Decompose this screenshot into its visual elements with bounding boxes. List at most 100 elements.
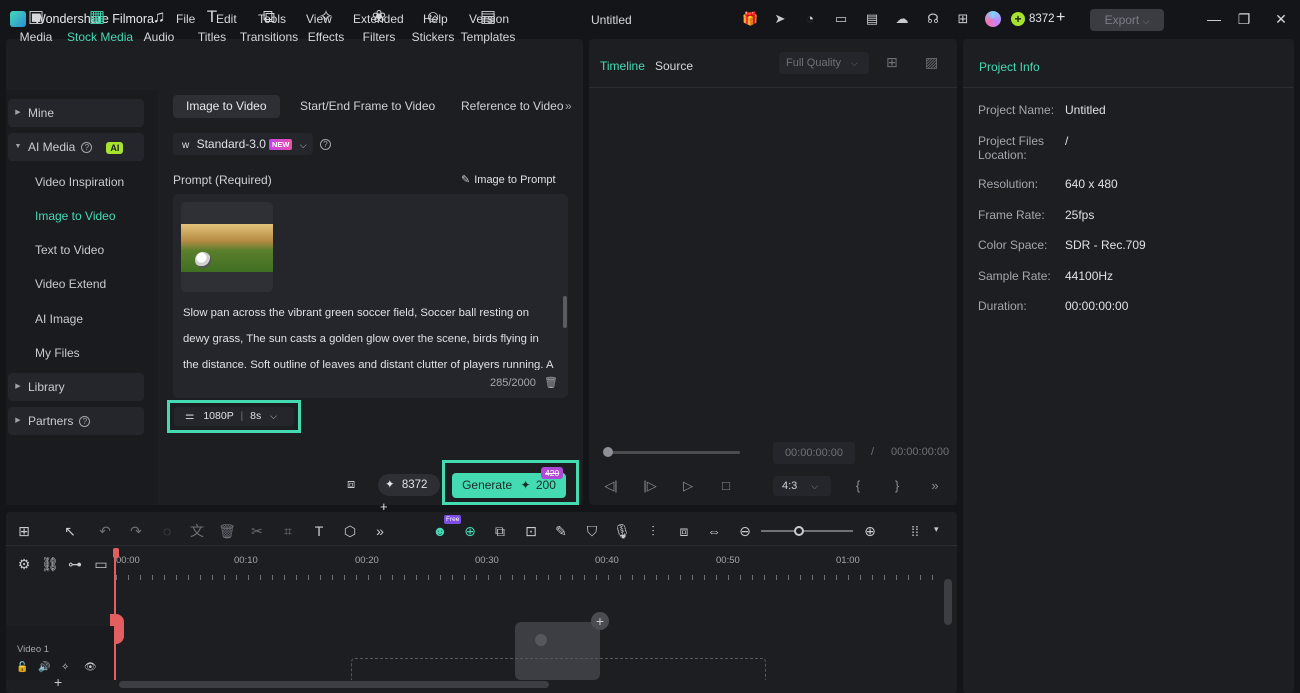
undo-icon[interactable]: ↶ <box>95 521 115 541</box>
tab-media[interactable]: ▣ Media <box>6 6 66 46</box>
redo-icon[interactable]: ↷ <box>126 521 146 541</box>
sidebar-item-text-to-video[interactable]: Text to Video <box>35 243 104 257</box>
tab-filters[interactable]: ❀ Filters <box>349 6 409 46</box>
select-tool-icon[interactable]: ↖ <box>60 521 80 541</box>
gift-icon[interactable]: 🎁 <box>742 11 758 27</box>
export-button[interactable]: Export ⌵ <box>1090 9 1164 31</box>
fit-icon[interactable]: ⇔ <box>704 521 724 541</box>
split-screen-icon[interactable]: ⊕ <box>460 521 480 541</box>
playhead-handle[interactable] <box>113 548 119 558</box>
zoom-slider[interactable] <box>761 530 853 532</box>
shape-tool-icon[interactable]: ⬡ <box>340 521 360 541</box>
help-icon[interactable]: ? <box>81 142 93 154</box>
tab-reference-to-video[interactable]: Reference to Video <box>448 95 577 118</box>
track-settings-icon[interactable]: ⚙ <box>14 554 34 574</box>
tab-timeline[interactable]: Timeline <box>600 59 645 73</box>
settings-chip[interactable]: ⚌ 1080P | 8s ⌵ <box>174 407 294 426</box>
more-tools-icon[interactable]: » <box>370 521 390 541</box>
tab-stock-media[interactable]: ▦ Stock Media <box>67 6 133 46</box>
eye-icon[interactable]: 👁 <box>84 662 97 673</box>
progress-handle[interactable] <box>603 447 613 457</box>
layout-icon[interactable]: ▭ <box>833 11 849 27</box>
sidebar-item-my-files[interactable]: My Files <box>35 346 80 360</box>
view-options-icon[interactable]: ⁞⁞ <box>905 521 925 541</box>
horizontal-scrollbar[interactable] <box>119 681 549 688</box>
sidebar-item-video-inspiration[interactable]: Video Inspiration <box>35 175 124 189</box>
unlink-icon[interactable]: ⛓ <box>40 554 60 574</box>
tab-effects[interactable]: ✧ Effects <box>296 6 356 46</box>
maximize-icon[interactable]: ❐ <box>1234 9 1254 29</box>
progress-slider[interactable] <box>606 451 740 454</box>
send-icon[interactable]: ➤ <box>772 11 788 27</box>
sidebar-item-library[interactable]: ▶ Library <box>8 373 144 401</box>
feedback-icon[interactable]: ◔ <box>802 11 818 27</box>
more-tabs-icon[interactable]: » <box>565 99 572 113</box>
image-to-prompt-button[interactable]: ✎ Image to Prompt <box>461 173 556 186</box>
help-icon[interactable]: ? <box>320 139 331 150</box>
speaker-icon[interactable]: 🔊 <box>38 662 50 673</box>
aspect-ratio-select[interactable]: 4:3 ⌵ <box>773 476 831 496</box>
model-selector[interactable]: ᴡ Standard-3.0 NEW ⌵ <box>173 133 313 155</box>
quality-select[interactable]: Full Quality ⌵ <box>779 52 869 74</box>
replace-icon[interactable]: ⧉ <box>490 521 510 541</box>
snapshot-icon[interactable]: ▨ <box>925 54 938 71</box>
layout-grid-icon[interactable]: ⊞ <box>14 521 34 541</box>
zoom-out-icon[interactable]: ⊖ <box>735 521 755 541</box>
audio-mixer-icon[interactable]: ⫶ <box>643 521 663 541</box>
add-media-icon[interactable]: + <box>591 612 609 630</box>
link-icon[interactable]: ⊶ <box>65 554 85 574</box>
tab-stickers[interactable]: ☺ Stickers <box>403 6 463 46</box>
ai-mascot-icon[interactable]: ☻ <box>430 521 450 541</box>
add-track-icon[interactable]: + <box>54 674 62 690</box>
prompt-text[interactable]: Slow pan across the vibrant green soccer… <box>183 300 555 370</box>
speed-icon[interactable]: ◌ <box>157 521 177 541</box>
uploaded-image[interactable] <box>181 202 273 292</box>
add-credits-button[interactable]: + <box>1056 9 1065 27</box>
mark-in-icon[interactable]: { <box>849 477 867 495</box>
scene-detect-icon[interactable]: ⧈ <box>674 521 694 541</box>
tab-templates[interactable]: ▤ Templates <box>458 6 518 46</box>
ai-portrait-icon[interactable]: ⊡ <box>521 521 541 541</box>
mark-out-icon[interactable]: } <box>888 477 906 495</box>
ai-image-icon[interactable]: ⧈ <box>347 476 355 492</box>
sidebar-item-video-extend[interactable]: Video Extend <box>35 277 106 291</box>
tab-audio[interactable]: ♫ Audio <box>129 6 189 46</box>
prompt-box[interactable]: Slow pan across the vibrant green soccer… <box>173 194 568 398</box>
chevron-down-icon[interactable]: ▾ <box>934 524 939 535</box>
play-icon[interactable]: ▷ <box>679 477 697 495</box>
sidebar-item-mine[interactable]: ▶ Mine <box>8 99 144 127</box>
ai-translate-icon[interactable]: 文 <box>187 521 207 541</box>
cut-icon[interactable]: ✂ <box>247 521 267 541</box>
prev-frame-icon[interactable]: ◁| <box>602 477 620 495</box>
delete-icon[interactable]: 🗑 <box>217 521 237 541</box>
track-manage-icon[interactable]: ▭ <box>91 554 111 574</box>
text-tool-icon[interactable]: T <box>309 521 329 541</box>
prompt-scrollbar[interactable] <box>563 296 567 328</box>
zoom-in-icon[interactable]: ⊕ <box>860 521 880 541</box>
more-icon[interactable]: » <box>926 477 944 495</box>
help-icon[interactable]: ? <box>79 416 91 428</box>
cloud-upload-icon[interactable]: ☁ <box>894 11 910 27</box>
credits-chip[interactable]: ✦ 8372 + <box>378 474 440 514</box>
save-icon[interactable]: ▤ <box>864 11 880 27</box>
minimize-icon[interactable]: — <box>1204 9 1224 29</box>
apps-grid-icon[interactable]: ⊞ <box>955 11 971 27</box>
sidebar-item-ai-media[interactable]: ▼ AI Media? AI <box>8 133 144 161</box>
sidebar-item-image-to-video[interactable]: Image to Video <box>35 209 116 223</box>
stop-icon[interactable]: □ <box>717 477 735 495</box>
sticker-icon[interactable]: ✎ <box>551 521 571 541</box>
avatar[interactable] <box>985 11 1001 27</box>
sidebar-item-partners[interactable]: ▶ Partners? <box>8 407 144 435</box>
tab-titles[interactable]: T Titles <box>182 6 242 46</box>
tab-image-to-video[interactable]: Image to Video <box>173 95 280 118</box>
tab-source[interactable]: Source <box>655 59 693 73</box>
magic-icon[interactable]: ✧ <box>61 662 69 673</box>
zoom-handle[interactable] <box>794 526 804 536</box>
lock-icon[interactable]: 🔓 <box>16 662 28 673</box>
shield-icon[interactable]: ⛉ <box>582 521 602 541</box>
sidebar-item-ai-image[interactable]: AI Image <box>35 312 83 326</box>
headset-icon[interactable]: ☊ <box>925 11 941 27</box>
close-icon[interactable]: ✕ <box>1271 9 1291 29</box>
microphone-icon[interactable]: 🎙 <box>612 521 632 541</box>
step-forward-icon[interactable]: |▷ <box>641 477 659 495</box>
